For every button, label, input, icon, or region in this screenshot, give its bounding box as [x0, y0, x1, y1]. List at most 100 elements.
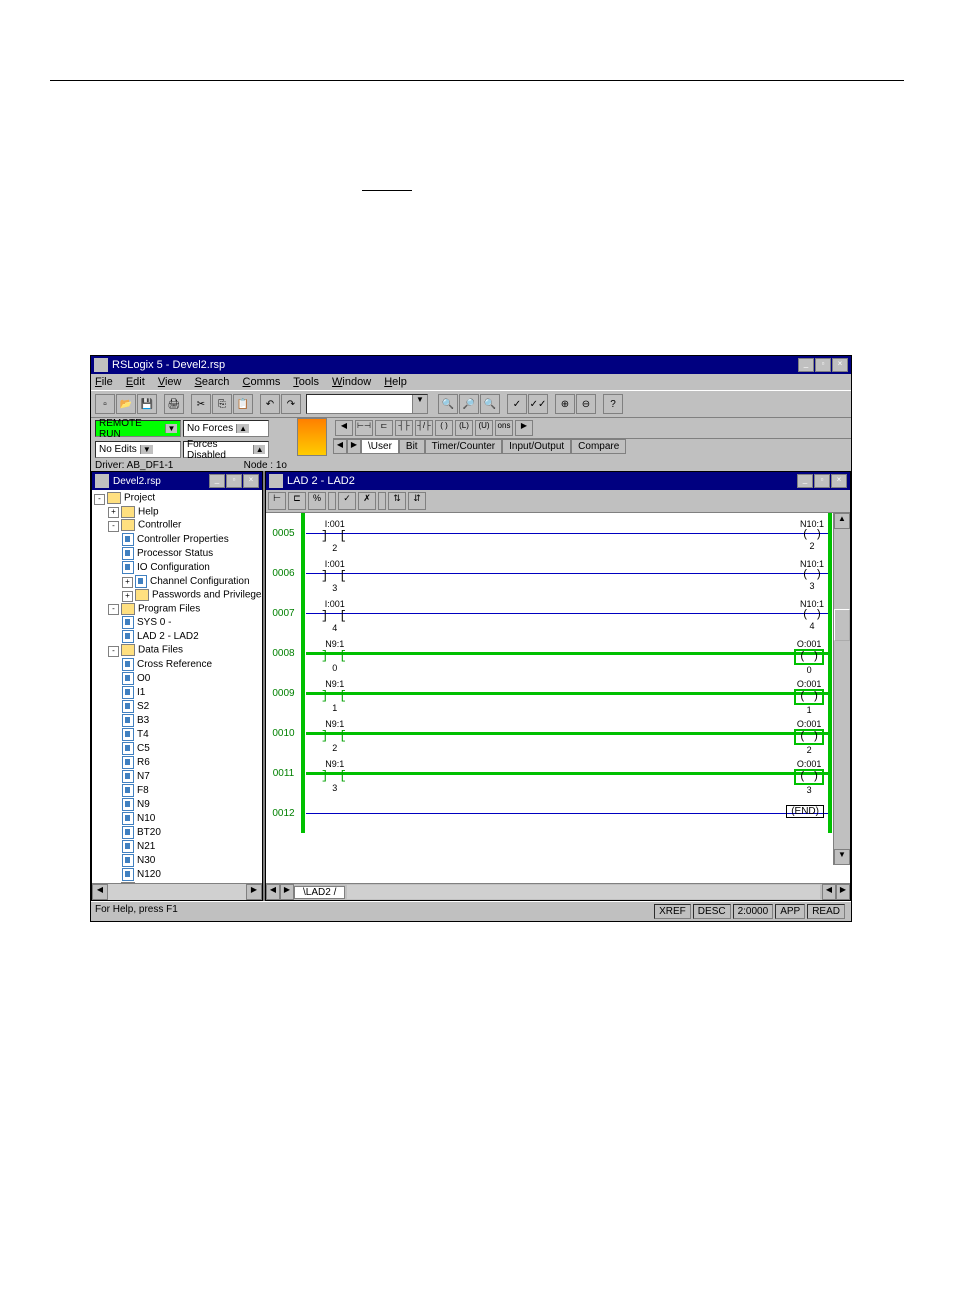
ote-coil[interactable]: O:001( )3	[794, 759, 824, 795]
ote-coil[interactable]: N10:1( )3	[800, 559, 824, 591]
instr-otl[interactable]: (L)	[455, 420, 473, 436]
tree-scroll-track[interactable]	[108, 884, 246, 900]
maximize-button[interactable]: ▫	[815, 358, 831, 372]
tree-t4[interactable]: T4	[137, 729, 149, 740]
instr-nav-right[interactable]: ▶	[515, 420, 533, 436]
tree-min-button[interactable]: _	[209, 474, 225, 488]
vscroll-thumb[interactable]	[834, 609, 850, 641]
ladder-max-button[interactable]: ▫	[814, 474, 830, 488]
tree-i1[interactable]: I1	[137, 687, 145, 698]
tree-io-config[interactable]: IO Configuration	[137, 562, 210, 573]
tree-passwords[interactable]: Passwords and Privileges	[152, 590, 262, 601]
hscroll-left[interactable]: ◀	[822, 884, 836, 900]
verify-button[interactable]: ✓	[507, 394, 527, 414]
lad-tool-5[interactable]: ✗	[358, 492, 376, 510]
xic-contact[interactable]: N9:1] [1	[321, 679, 349, 713]
copy-button[interactable]: ⎘	[212, 394, 232, 414]
undo-button[interactable]: ↶	[260, 394, 280, 414]
lad-tool-1[interactable]: ⊢	[268, 492, 286, 510]
menu-help[interactable]: Help	[384, 376, 407, 388]
ote-coil[interactable]: O:001( )2	[794, 719, 824, 755]
find-button[interactable]: 🔍	[438, 394, 458, 414]
tree-o0[interactable]: O0	[137, 673, 150, 684]
menu-comms[interactable]: Comms	[243, 376, 281, 388]
tree-max-button[interactable]: ▫	[226, 474, 242, 488]
tree-n30[interactable]: N30	[137, 855, 155, 866]
ote-coil[interactable]: N10:1( )2	[800, 519, 824, 551]
tree-b3[interactable]: B3	[137, 715, 149, 726]
menu-tools[interactable]: Tools	[293, 376, 319, 388]
tree-help[interactable]: Help	[138, 506, 159, 517]
menu-view[interactable]: View	[158, 376, 182, 388]
instr-rung[interactable]: ⊢⊣	[355, 420, 373, 436]
rung-end[interactable]: 0012 (END)	[266, 793, 850, 833]
find-prev-button[interactable]: 🔍	[480, 394, 500, 414]
address-combo[interactable]: ▼	[306, 394, 428, 414]
redo-button[interactable]: ↷	[281, 394, 301, 414]
lad-tool-7[interactable]: ⇵	[408, 492, 426, 510]
rung-0005[interactable]: 0005 I:001] [2 N10:1( )2	[266, 513, 850, 553]
tree-scroll-left[interactable]: ◀	[92, 884, 108, 900]
xic-contact[interactable]: N9:1] [2	[321, 719, 349, 753]
menu-edit[interactable]: Edit	[126, 376, 145, 388]
mode-status[interactable]: REMOTE RUN▼	[95, 420, 181, 437]
instr-branch[interactable]: ⊏	[375, 420, 393, 436]
tab-user[interactable]: \User	[361, 439, 399, 454]
ote-coil[interactable]: O:001( )0	[794, 639, 824, 675]
tree-r6[interactable]: R6	[137, 757, 150, 768]
tree-data-files[interactable]: Data Files	[138, 645, 183, 656]
instr-nav-left[interactable]: ◀	[335, 420, 353, 436]
tree-lad2[interactable]: LAD 2 - LAD2	[137, 631, 199, 642]
tree-project[interactable]: Project	[124, 493, 155, 504]
tree-processor-status[interactable]: Processor Status	[137, 548, 213, 559]
xic-contact[interactable]: I:001] [4	[321, 599, 349, 633]
xic-contact[interactable]: I:001] [3	[321, 559, 349, 593]
tree-n120[interactable]: N120	[137, 869, 161, 880]
ladder-close-button[interactable]: ×	[831, 474, 847, 488]
find-next-button[interactable]: 🔎	[459, 394, 479, 414]
xic-contact[interactable]: N9:1] [0	[321, 639, 349, 673]
tree-n10[interactable]: N10	[137, 813, 155, 824]
print-button[interactable]: 🖨	[164, 394, 184, 414]
rung-0011[interactable]: 0011 N9:1] [3 O:001( )3	[266, 753, 850, 793]
paste-button[interactable]: 📋	[233, 394, 253, 414]
forces-status[interactable]: No Forces▲	[183, 420, 269, 437]
ladder-hscroll-track[interactable]	[347, 885, 820, 899]
tree-close-button[interactable]: ×	[243, 474, 259, 488]
help-button[interactable]: ?	[603, 394, 623, 414]
minimize-button[interactable]: _	[798, 358, 814, 372]
ladder-vscroll[interactable]: ▲ ▼	[833, 513, 850, 865]
instr-xic[interactable]: ┤├	[395, 420, 413, 436]
save-button[interactable]: 💾	[137, 394, 157, 414]
instr-ote[interactable]: ( )	[435, 420, 453, 436]
tree-n9[interactable]: N9	[137, 799, 150, 810]
lad-tool-6[interactable]: ⇅	[388, 492, 406, 510]
vscroll-down[interactable]: ▼	[834, 849, 850, 865]
vscroll-up[interactable]: ▲	[834, 513, 850, 529]
ladtab-nav-left[interactable]: ◀	[266, 884, 280, 900]
tree-program-files[interactable]: Program Files	[138, 603, 200, 614]
rung-0009[interactable]: 0009 N9:1] [1 O:001( )1	[266, 673, 850, 713]
tree-xref[interactable]: Cross Reference	[137, 659, 212, 670]
tree-n21[interactable]: N21	[137, 841, 155, 852]
tree-f8[interactable]: F8	[137, 785, 149, 796]
cut-button[interactable]: ✂	[191, 394, 211, 414]
tree-channel-config[interactable]: Channel Configuration	[150, 576, 250, 587]
lad-tool-3[interactable]: %	[308, 492, 326, 510]
xic-contact[interactable]: N9:1] [3	[321, 759, 349, 793]
tree-s2[interactable]: S2	[137, 701, 149, 712]
rung-0006[interactable]: 0006 I:001] [3 N10:1( )3	[266, 553, 850, 593]
tab-compare[interactable]: Compare	[571, 439, 626, 454]
tab-io[interactable]: Input/Output	[502, 439, 571, 454]
ladder-min-button[interactable]: _	[797, 474, 813, 488]
new-button[interactable]: ▫	[95, 394, 115, 414]
instr-ons[interactable]: ons	[495, 420, 513, 436]
hscroll-right[interactable]: ▶	[836, 884, 850, 900]
tree-sys0[interactable]: SYS 0 -	[137, 617, 171, 628]
rung-0007[interactable]: 0007 I:001] [4 N10:1( )4	[266, 593, 850, 633]
forces-enabled-status[interactable]: Forces Disabled▲	[183, 441, 269, 458]
menu-search[interactable]: Search	[195, 376, 230, 388]
zoom-in-button[interactable]: ⊕	[555, 394, 575, 414]
ladder-sheet-tab[interactable]: \LAD2 /	[294, 886, 345, 899]
instr-xio[interactable]: ┤/├	[415, 420, 433, 436]
